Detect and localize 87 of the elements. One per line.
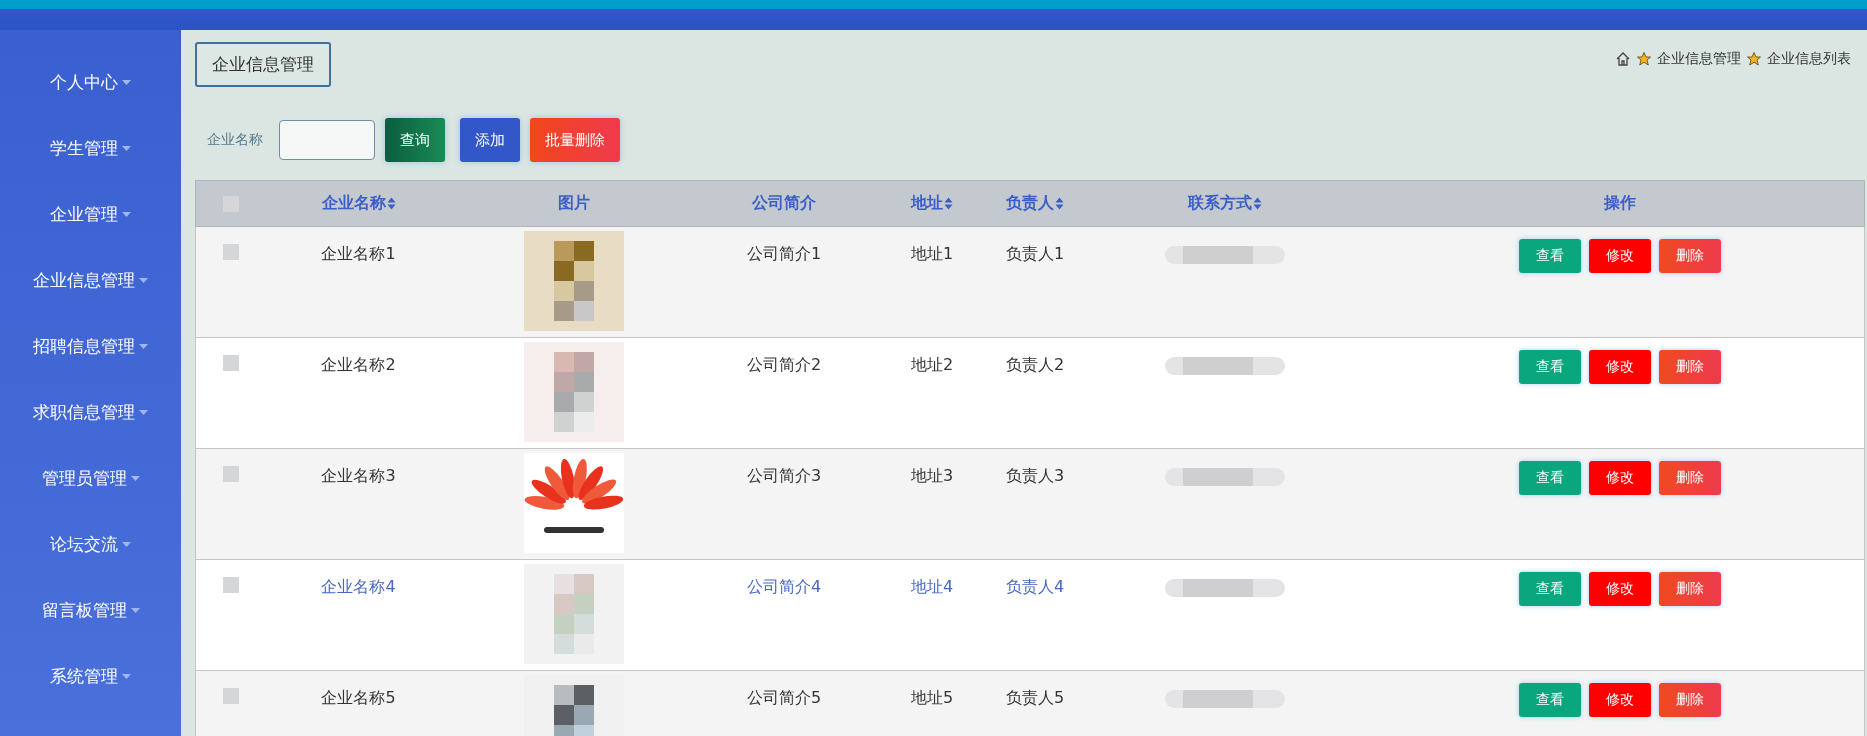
caret-icon bbox=[122, 80, 131, 85]
sort-icon bbox=[944, 197, 953, 210]
edit-button[interactable]: 修改 bbox=[1588, 239, 1651, 273]
view-button[interactable]: 查看 bbox=[1518, 350, 1581, 384]
view-button[interactable]: 查看 bbox=[1518, 683, 1581, 717]
search-label: 企业名称 bbox=[207, 131, 263, 149]
address-cell: 地址3 bbox=[910, 466, 954, 487]
edit-button[interactable]: 修改 bbox=[1588, 350, 1651, 384]
contact-person: 负责人4 bbox=[1005, 577, 1065, 598]
sidebar-item[interactable]: 管理员管理 bbox=[0, 455, 181, 521]
delete-button[interactable]: 删除 bbox=[1658, 572, 1721, 606]
add-button[interactable]: 添加 bbox=[460, 118, 520, 162]
search-field[interactable] bbox=[279, 120, 375, 160]
sidebar-item[interactable]: 个人中心 bbox=[0, 59, 181, 125]
star-icon bbox=[1746, 50, 1762, 67]
caret-icon bbox=[130, 476, 140, 481]
sidebar-item[interactable]: 论坛交流 bbox=[0, 521, 181, 587]
company-name: 企业名称5 bbox=[321, 688, 396, 709]
address-cell: 地址5 bbox=[910, 688, 954, 709]
table-row[interactable]: 企业名称1 公司简介1 地址1 负责人1 查看 修改 删除 bbox=[195, 227, 1865, 338]
sidebar-item[interactable]: 留言板管理 bbox=[0, 587, 181, 653]
column-header[interactable]: 负责人 bbox=[1006, 193, 1054, 214]
column-header: 操作 bbox=[1603, 193, 1636, 214]
company-name: 企业名称1 bbox=[321, 244, 396, 265]
column-header[interactable]: 联系方式 bbox=[1188, 193, 1252, 214]
view-button[interactable]: 查看 bbox=[1518, 572, 1581, 606]
sort-icon bbox=[1055, 197, 1064, 210]
contact-person: 负责人1 bbox=[1005, 244, 1065, 265]
contact-person: 负责人5 bbox=[1005, 688, 1065, 709]
home-icon bbox=[1615, 50, 1631, 67]
batch-delete-button[interactable]: 批量删除 bbox=[530, 118, 620, 162]
edit-button[interactable]: 修改 bbox=[1588, 683, 1651, 717]
caret-icon bbox=[122, 542, 131, 547]
company-name: 企业名称2 bbox=[321, 355, 396, 376]
sidebar-item[interactable]: 系统管理 bbox=[0, 653, 181, 719]
column-header[interactable]: 企业名称 bbox=[321, 193, 386, 214]
company-name: 企业名称4 bbox=[321, 577, 396, 598]
address-cell: 地址1 bbox=[910, 244, 954, 265]
delete-button[interactable]: 删除 bbox=[1658, 683, 1721, 717]
caret-icon bbox=[122, 212, 131, 217]
checkbox[interactable] bbox=[223, 688, 239, 704]
company-intro: 公司简介3 bbox=[746, 466, 822, 487]
caret-icon bbox=[130, 608, 140, 613]
sidebar-item[interactable]: 企业信息管理 bbox=[0, 257, 181, 323]
edit-button[interactable]: 修改 bbox=[1588, 461, 1651, 495]
search-button[interactable]: 查询 bbox=[385, 118, 445, 162]
sidebar-item[interactable]: 企业管理 bbox=[0, 191, 181, 257]
address-cell: 地址4 bbox=[910, 577, 954, 598]
sidebar-item[interactable]: 求职信息管理 bbox=[0, 389, 181, 455]
address-cell: 地址2 bbox=[910, 355, 954, 376]
contact-person: 负责人3 bbox=[1005, 466, 1065, 487]
company-intro: 公司简介2 bbox=[746, 355, 822, 376]
column-header[interactable]: 地址 bbox=[911, 193, 943, 214]
view-button[interactable]: 查看 bbox=[1518, 239, 1581, 273]
edit-button[interactable]: 修改 bbox=[1588, 572, 1651, 606]
table-row[interactable]: 企业名称2 公司简介2 地址2 负责人2 查看 修改 删除 bbox=[195, 338, 1865, 449]
sort-icon bbox=[1253, 197, 1262, 210]
view-button[interactable]: 查看 bbox=[1518, 461, 1581, 495]
breadcrumb-item[interactable]: 企业信息列表 bbox=[1767, 49, 1851, 68]
checkbox[interactable] bbox=[223, 244, 239, 260]
table-row[interactable]: 企业名称5 公司简介5 地址5 负责人5 查看 修改 删除 bbox=[195, 671, 1865, 736]
delete-button[interactable]: 删除 bbox=[1658, 461, 1721, 495]
company-name: 企业名称3 bbox=[321, 466, 396, 487]
sidebar-item[interactable]: 招聘信息管理 bbox=[0, 323, 181, 389]
company-intro: 公司简介5 bbox=[746, 688, 822, 709]
page-title: 企业信息管理 bbox=[195, 42, 331, 87]
delete-button[interactable]: 删除 bbox=[1658, 239, 1721, 273]
caret-icon bbox=[122, 146, 131, 151]
breadcrumb-item[interactable]: 企业信息管理 bbox=[1657, 49, 1741, 68]
table-row[interactable]: 企业名称4 公司简介4 地址4 负责人4 查看 修改 删除 bbox=[195, 560, 1865, 671]
sort-icon bbox=[386, 197, 396, 210]
caret-icon bbox=[139, 410, 148, 415]
caret-icon bbox=[139, 344, 148, 349]
caret-icon bbox=[122, 674, 131, 679]
contact-person: 负责人2 bbox=[1005, 355, 1065, 376]
company-intro: 公司简介1 bbox=[746, 244, 822, 265]
caret-icon bbox=[139, 278, 148, 283]
delete-button[interactable]: 删除 bbox=[1658, 350, 1721, 384]
checkbox[interactable] bbox=[223, 355, 239, 371]
column-header: 图片 bbox=[558, 193, 590, 214]
checkbox[interactable] bbox=[223, 466, 239, 482]
table-row[interactable]: 企业名称3 公司简介3 地址3 负责人3 查看 修改 删除 bbox=[195, 449, 1865, 560]
sidebar-item[interactable]: 学生管理 bbox=[0, 125, 181, 191]
star-icon bbox=[1636, 50, 1652, 67]
checkbox[interactable] bbox=[223, 577, 239, 593]
column-header: 公司简介 bbox=[752, 193, 816, 214]
company-intro: 公司简介4 bbox=[746, 577, 822, 598]
